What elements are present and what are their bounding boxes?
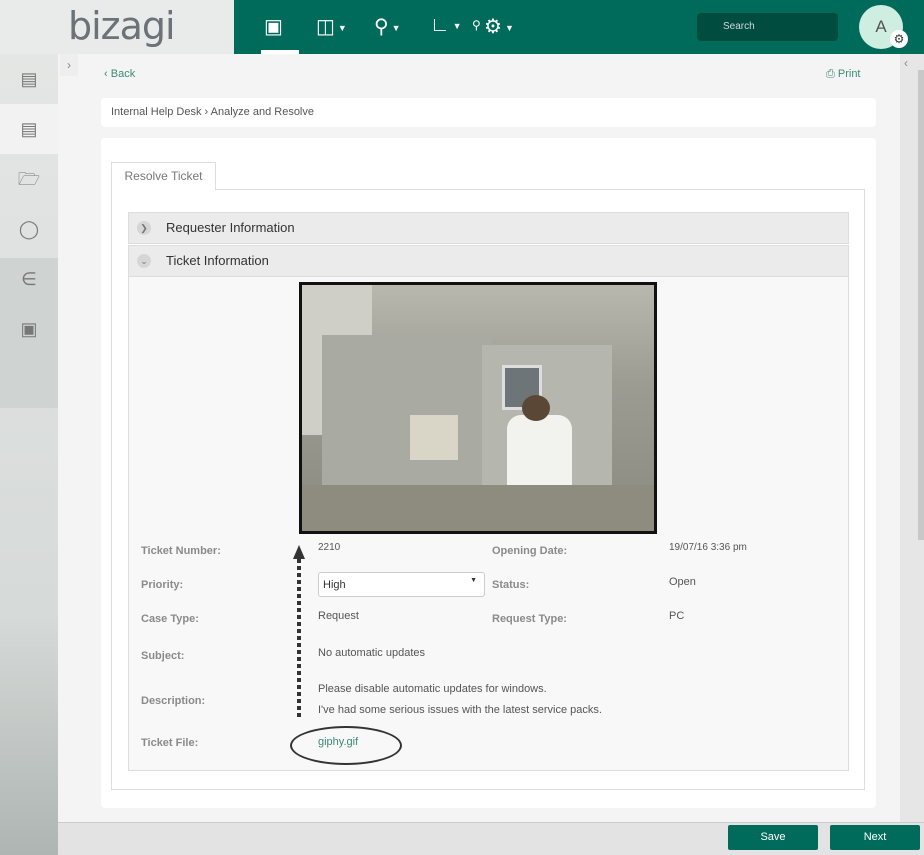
sidebar: ▤ ▤ 🗁 ◯ ∈ ▣: [0, 54, 58, 855]
opening-date-value: 19/07/16 3:36 pm: [669, 542, 747, 553]
request-type-label: Request Type:: [492, 613, 567, 625]
status-value: Open: [669, 576, 696, 588]
back-link[interactable]: ‹ Back: [104, 68, 135, 80]
ticket-gif-image: [299, 282, 657, 534]
next-button[interactable]: Next: [830, 825, 920, 850]
search-input[interactable]: Search: [697, 13, 838, 41]
description-line-1: Please disable automatic updates for win…: [318, 683, 547, 695]
chevron-down-icon: ⌄: [137, 254, 151, 268]
request-type-value: PC: [669, 610, 685, 622]
case-type-label: Case Type:: [141, 613, 199, 625]
comments-icon[interactable]: ◯: [0, 204, 58, 254]
ticket-number-label: Ticket Number:: [141, 545, 221, 557]
section-title: Requester Information: [166, 220, 295, 235]
save-button[interactable]: Save: [728, 825, 818, 850]
bizagi-logo: bizagi: [68, 4, 176, 48]
dotted-arrow-annotation: [293, 545, 305, 717]
subject-value: No automatic updates: [318, 647, 426, 659]
ticket-number-value: 2210: [318, 542, 341, 553]
activity-form-icon[interactable]: ▤: [0, 104, 58, 154]
priority-value: High: [323, 579, 346, 591]
status-label: Status:: [492, 579, 530, 591]
priority-select[interactable]: High ▼: [318, 572, 485, 597]
active-nav-indicator: [261, 50, 299, 54]
inbox-icon[interactable]: ▣: [264, 14, 283, 39]
breadcrumb: Internal Help Desk › Analyze and Resolve: [101, 98, 876, 127]
description-line-2: I've had some serious issues with the la…: [318, 704, 602, 716]
ticket-file-link[interactable]: giphy.gif: [318, 736, 358, 748]
admin-gear-icon[interactable]: ⚙ ▼: [484, 14, 514, 39]
new-case-icon[interactable]: ◫ ▼: [316, 14, 347, 39]
workflow-icon[interactable]: ▣: [0, 304, 58, 354]
opening-date-label: Opening Date:: [492, 545, 568, 557]
dropdown-caret-icon: ▼: [470, 577, 477, 584]
case-type-value: Request: [318, 610, 359, 622]
top-bar: ▣ ◫ ▼ ⚲ ▼ ∟ ▼ ⚙ ▼ Search A ⚙: [234, 0, 924, 54]
logo-area: bizagi: [0, 0, 234, 54]
description-label: Description:: [141, 695, 206, 707]
case-details-icon[interactable]: ▤: [0, 54, 58, 104]
print-label: Print: [837, 68, 861, 80]
tab-resolve-ticket[interactable]: Resolve Ticket: [111, 162, 216, 190]
chevron-right-icon: ❯: [137, 221, 151, 235]
expand-right-panel-button[interactable]: ‹: [904, 56, 908, 70]
section-title: Ticket Information: [166, 253, 269, 268]
reports-icon[interactable]: ∟ ▼: [430, 14, 462, 37]
search-icon: ⚲: [472, 18, 481, 32]
print-link[interactable]: ⎙ Print: [826, 68, 861, 81]
priority-label: Priority:: [141, 579, 184, 591]
search-menu-icon[interactable]: ⚲ ▼: [374, 14, 401, 39]
ticket-file-label: Ticket File:: [141, 737, 199, 749]
folder-icon[interactable]: 🗁: [0, 154, 58, 204]
attachments-icon[interactable]: ∈: [0, 254, 58, 304]
section-requester-information[interactable]: ❯ Requester Information: [128, 212, 849, 244]
print-icon: ⎙: [826, 68, 835, 80]
back-label: Back: [110, 68, 136, 80]
section-ticket-information[interactable]: ⌄ Ticket Information: [128, 245, 849, 277]
scrollbar[interactable]: [918, 70, 924, 540]
expand-left-panel-button[interactable]: ›: [60, 54, 78, 76]
subject-label: Subject:: [141, 650, 185, 662]
user-settings-gear-icon[interactable]: ⚙: [890, 30, 908, 48]
